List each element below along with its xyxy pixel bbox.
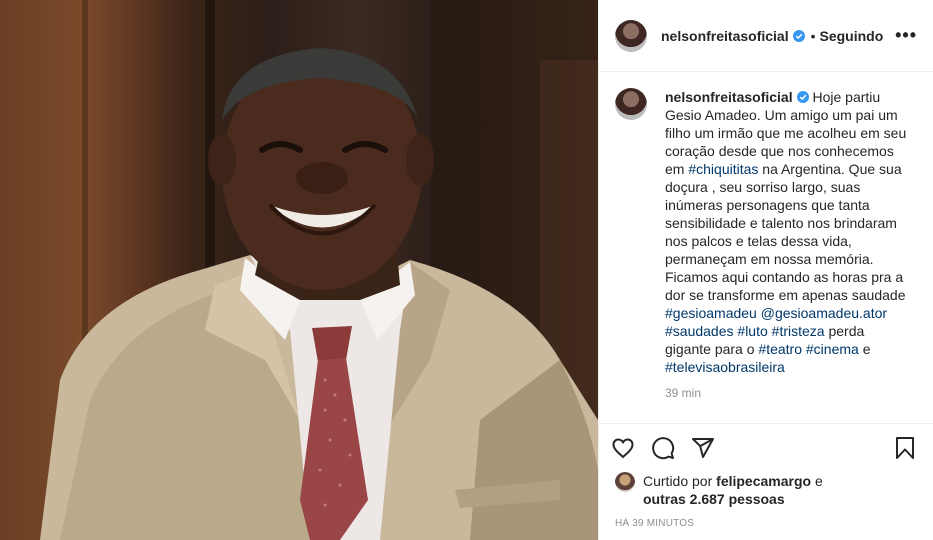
post-photo[interactable]	[0, 0, 598, 540]
likes-connector: e	[814, 473, 823, 489]
verified-badge-icon	[796, 91, 809, 103]
verified-badge-icon	[792, 29, 805, 42]
caption-avatar[interactable]	[615, 88, 647, 120]
caption-author[interactable]: nelsonfreitasoficial	[665, 89, 793, 105]
hashtag-link[interactable]: #teatro	[758, 341, 802, 357]
bookmark-icon[interactable]	[893, 436, 917, 460]
portrait-illustration	[40, 0, 598, 540]
hashtag-link[interactable]: #televisaobrasileira	[665, 359, 785, 375]
post-header: nelsonfreitasoficial • Seguindo •••	[599, 0, 933, 72]
comment-icon[interactable]	[651, 436, 675, 460]
hashtag-link[interactable]: #tristeza	[772, 323, 825, 339]
hashtag-link[interactable]: #chiquititas	[688, 161, 758, 177]
post-timestamp[interactable]: HÁ 39 MINUTOS	[599, 508, 933, 529]
liker-avatar[interactable]	[615, 472, 635, 492]
hashtag-link[interactable]: #gesioamadeu	[665, 305, 757, 321]
likes-text: Curtido por felipecamargo e outras 2.687…	[643, 472, 823, 508]
post-panel: nelsonfreitasoficial • Seguindo ••• nels…	[598, 0, 933, 540]
mention-link[interactable]: @gesioamadeu.ator	[761, 305, 887, 321]
hashtag-link[interactable]: #cinema	[806, 341, 859, 357]
likes-summary: Curtido por felipecamargo e outras 2.687…	[599, 472, 933, 508]
caption-segment: e	[858, 341, 871, 357]
comments-area: nelsonfreitasoficial Hoje partiu Gesio A…	[599, 72, 933, 424]
hashtag-link[interactable]: #saudades	[665, 323, 734, 339]
liker-username[interactable]: felipecamargo	[716, 473, 811, 489]
caption-text: nelsonfreitasoficial Hoje partiu Gesio A…	[665, 88, 913, 376]
following-button[interactable]: Seguindo	[820, 28, 884, 44]
author-username[interactable]: nelsonfreitasoficial	[661, 28, 789, 44]
caption-row: nelsonfreitasoficial Hoje partiu Gesio A…	[615, 88, 917, 376]
hashtag-link[interactable]: #luto	[737, 323, 767, 339]
author-avatar[interactable]	[615, 19, 647, 52]
heart-icon[interactable]	[611, 436, 635, 460]
caption-body: Hoje partiu Gesio Amadeo. Um amigo um pa…	[665, 89, 906, 375]
more-options-icon[interactable]: •••	[895, 25, 917, 46]
likes-others-link[interactable]: outras 2.687 pessoas	[643, 491, 785, 507]
action-bar	[599, 424, 933, 472]
likes-prefix: Curtido por	[643, 473, 713, 489]
share-icon[interactable]	[691, 436, 715, 460]
caption-time: 39 min	[665, 386, 702, 400]
separator-dot: •	[810, 27, 816, 44]
caption-segment: na Argentina. Que sua doçura , seu sorri…	[665, 161, 906, 303]
